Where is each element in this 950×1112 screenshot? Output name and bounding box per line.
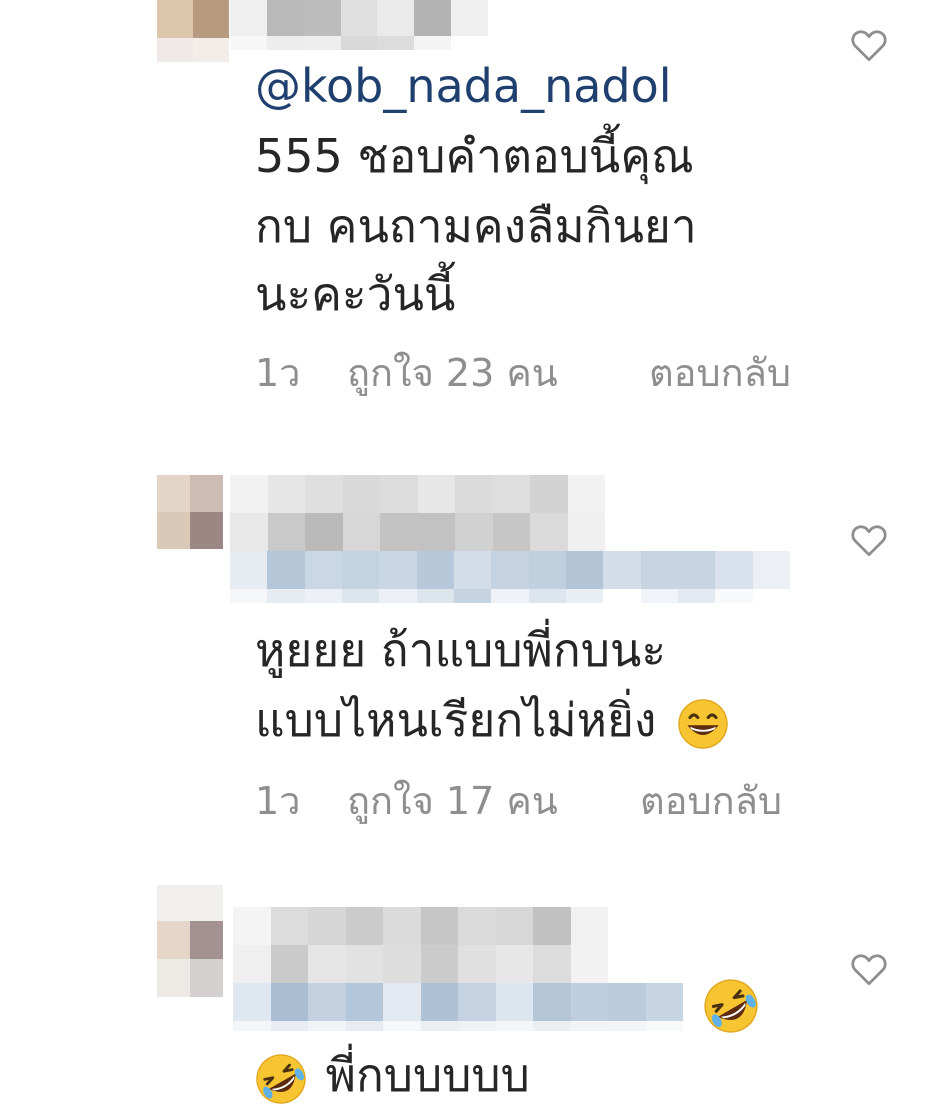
comment-text-line: กบ คนถามคงลืมกินยา: [255, 199, 697, 253]
comment-text-line: 555 ชอบคำตอบนี้คุณ: [255, 129, 694, 183]
obscured-username[interactable]: [233, 907, 608, 983]
comment-meta: 1ว ถูกใจ 23 คน ตอบกลับ: [255, 348, 855, 398]
avatar[interactable]: [157, 475, 223, 549]
like-count-link[interactable]: ถูกใจ 23 คน: [347, 348, 558, 398]
reply-button[interactable]: ตอบกลับ: [640, 776, 782, 826]
rolling-on-floor-laughing-icon: [704, 979, 758, 1033]
comment-text: พี่กบบบบบ: [325, 1048, 530, 1102]
comment-text: แบบไหนเรียกไม่หยิ่ง: [255, 693, 657, 747]
like-count-link[interactable]: ถูกใจ 17 คน: [347, 776, 558, 826]
heart-outline-icon[interactable]: [850, 523, 888, 557]
obscured-username[interactable]: [230, 475, 605, 551]
grinning-face-icon: [678, 698, 728, 749]
comment-time: 1ว: [255, 351, 301, 395]
heart-outline-icon[interactable]: [850, 28, 888, 62]
comment-text-line: นะคะวันนี้: [255, 267, 456, 321]
reply-button[interactable]: ตอบกลับ: [649, 348, 791, 398]
obscured-username-line2[interactable]: [233, 983, 683, 1031]
obscured-username-line2[interactable]: [230, 551, 790, 603]
comment-text-line: แบบไหนเรียกไม่หยิ่ง: [255, 690, 729, 750]
mention-link[interactable]: @kob_nada_nadol: [255, 56, 672, 116]
rolling-on-floor-laughing-icon: [256, 1053, 306, 1104]
comment-time: 1ว: [255, 779, 301, 823]
heart-outline-icon[interactable]: [850, 952, 888, 986]
comment-text-line: หูยยย ถ้าแบบพี่กบนะ: [255, 623, 667, 677]
obscured-username[interactable]: [230, 0, 488, 50]
avatar[interactable]: [157, 0, 229, 62]
avatar[interactable]: [157, 885, 223, 997]
comment-text-line: พี่กบบบบบ: [255, 1045, 530, 1105]
comment-meta: 1ว ถูกใจ 17 คน ตอบกลับ: [255, 776, 855, 826]
